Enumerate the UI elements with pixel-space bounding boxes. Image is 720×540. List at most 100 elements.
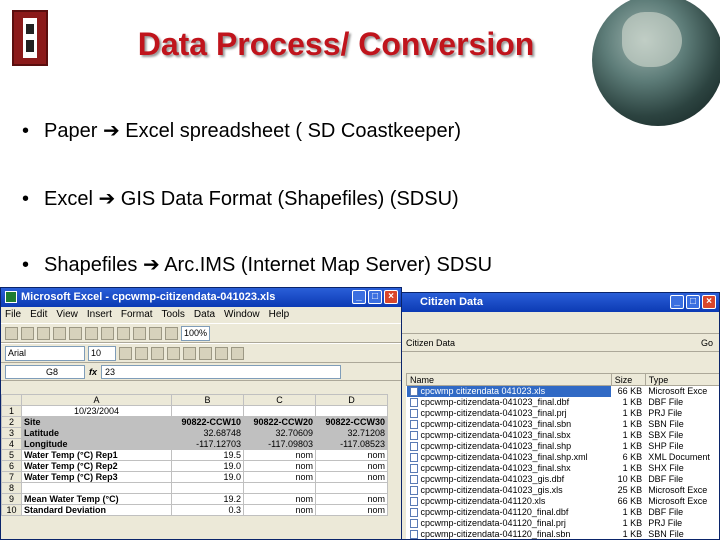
column-type-header[interactable]: Type <box>644 373 719 386</box>
save-icon[interactable] <box>37 326 50 340</box>
font-size-select[interactable]: 10 <box>88 345 116 361</box>
file-name-cell[interactable]: cpcwmp-citizendata-041023_final.shp.xml <box>407 452 612 463</box>
maximize-button[interactable]: □ <box>368 290 382 304</box>
cell-d[interactable]: nom <box>315 449 388 461</box>
cell-d[interactable] <box>315 482 388 494</box>
cell-a[interactable]: Water Temp (°C) Rep2 <box>21 460 172 472</box>
align-left-icon[interactable] <box>167 346 180 360</box>
file-name-cell[interactable]: cpcwmp-citizendata-041120_final.sbn <box>407 529 612 539</box>
cell-b[interactable]: 32.68748 <box>171 427 244 439</box>
file-name-cell[interactable]: cpcwmp-citizendata-041120_final.dbf <box>407 507 612 518</box>
file-row[interactable]: cpcwmp-citizendata-041023_gis.dbf 10 KB DB… <box>407 474 720 485</box>
cell-b[interactable]: 90822-CCW10 <box>171 416 244 428</box>
cell-a[interactable] <box>21 482 172 494</box>
align-right-icon[interactable] <box>199 346 212 360</box>
row-header[interactable]: 6 <box>1 460 22 472</box>
menu-file[interactable]: File <box>5 309 21 321</box>
cell-c[interactable] <box>243 482 316 494</box>
minimize-button[interactable]: _ <box>670 295 684 309</box>
copy-icon[interactable] <box>85 326 98 340</box>
file-row[interactable]: cpcwmp-citizendata-041023_final.shp 1 KB S… <box>407 441 720 452</box>
column-header-a[interactable]: A <box>21 394 172 406</box>
close-button[interactable]: × <box>702 295 716 309</box>
row-header[interactable]: 8 <box>1 482 22 494</box>
file-row[interactable]: cpcwmp-citizendata-041120_final.sbn 1 KB S… <box>407 529 720 539</box>
cell-c[interactable]: nom <box>243 449 316 461</box>
font-name-select[interactable]: Arial <box>5 345 85 361</box>
undo-icon[interactable] <box>117 326 130 340</box>
file-row[interactable]: cpcwmp-citizendata-041023_final.sbn 1 KB S… <box>407 419 720 430</box>
formula-input[interactable]: 23 <box>101 364 342 379</box>
cell-c[interactable]: 32.70609 <box>243 427 316 439</box>
menu-help[interactable]: Help <box>269 309 290 321</box>
cell-d[interactable]: nom <box>315 460 388 472</box>
cell-a[interactable]: Longitude <box>21 438 172 450</box>
row-header[interactable]: 1 <box>1 405 22 417</box>
file-row[interactable]: cpcwmp-citizendata-041120_final.prj 1 KB P… <box>407 518 720 529</box>
row-header[interactable]: 7 <box>1 471 22 483</box>
cell-a[interactable]: Water Temp (°C) Rep3 <box>21 471 172 483</box>
cell-c[interactable]: nom <box>243 460 316 472</box>
column-name-header[interactable]: Name <box>406 373 612 386</box>
cell-c[interactable]: nom <box>243 471 316 483</box>
file-name-cell[interactable]: cpcwmp-citizendata-041120_final.prj <box>407 518 612 529</box>
excel-title-bar[interactable]: Microsoft Excel - cpcwmp-citizendata-041… <box>1 288 401 307</box>
file-name-cell[interactable]: cpcwmp citizendata 041023.xls <box>406 385 612 397</box>
row-header[interactable]: 9 <box>1 493 22 505</box>
cell-c[interactable]: 90822-CCW20 <box>243 416 316 428</box>
file-name-cell[interactable]: cpcwmp-citizendata-041023_gis.dbf <box>407 474 612 485</box>
cell-d[interactable] <box>315 405 388 417</box>
cell-a[interactable]: Latitude <box>21 427 172 439</box>
file-row[interactable]: cpcwmp citizendata 041023.xls 66 KB Micros… <box>406 385 720 397</box>
menu-edit[interactable]: Edit <box>30 309 47 321</box>
file-name-cell[interactable]: cpcwmp-citizendata-041023_final.dbf <box>407 397 612 408</box>
print-icon[interactable] <box>53 326 66 340</box>
cell-d[interactable]: nom <box>315 471 388 483</box>
row-header[interactable]: 4 <box>1 438 22 450</box>
cell-a[interactable]: Standard Deviation <box>21 504 172 516</box>
align-center-icon[interactable] <box>183 346 196 360</box>
file-row[interactable]: cpcwmp-citizendata-041023_gis.xls 25 KB Mi… <box>407 485 720 496</box>
cell-d[interactable]: nom <box>315 504 388 516</box>
cell-b[interactable]: -117.12703 <box>171 438 244 450</box>
close-button[interactable]: × <box>384 290 398 304</box>
column-header-b[interactable]: B <box>171 394 244 406</box>
menu-view[interactable]: View <box>56 309 78 321</box>
sum-icon[interactable] <box>133 326 146 340</box>
row-header[interactable]: 5 <box>1 449 22 461</box>
row-header[interactable]: 3 <box>1 427 22 439</box>
cell-d[interactable]: 32.71208 <box>315 427 388 439</box>
cell-c[interactable]: -117.09803 <box>243 438 316 450</box>
column-header-c[interactable]: C <box>243 394 316 406</box>
minimize-button[interactable]: _ <box>352 290 366 304</box>
percent-icon[interactable] <box>231 346 244 360</box>
file-row[interactable]: cpcwmp-citizendata-041023_final.shp.xml 6… <box>407 452 720 463</box>
name-box[interactable]: G8 <box>5 364 85 379</box>
sort-icon[interactable] <box>149 326 162 340</box>
chart-icon[interactable] <box>165 326 178 340</box>
cell-a[interactable]: Site <box>21 416 172 428</box>
explorer-address-bar[interactable]: Citizen Data Go <box>396 334 719 352</box>
go-button[interactable]: Go <box>701 338 713 348</box>
cell-b[interactable] <box>171 482 244 494</box>
menu-tools[interactable]: Tools <box>162 309 185 321</box>
row-header[interactable]: 10 <box>1 504 22 516</box>
cell-b[interactable]: 0.3 <box>171 504 244 516</box>
menu-insert[interactable]: Insert <box>87 309 112 321</box>
file-row[interactable]: cpcwmp-citizendata-041023_final.dbf 1 KB D… <box>407 397 720 408</box>
file-row[interactable]: cpcwmp-citizendata-041120.xls 66 KB Micros… <box>407 496 720 507</box>
menu-data[interactable]: Data <box>194 309 215 321</box>
explorer-title-bar[interactable]: Citizen Data _ □ × <box>396 293 719 312</box>
file-row[interactable]: cpcwmp-citizendata-041120_final.dbf 1 KB D… <box>407 507 720 518</box>
cell-c[interactable]: nom <box>243 493 316 505</box>
file-name-cell[interactable]: cpcwmp-citizendata-041023_final.shx <box>407 463 612 474</box>
cell-d[interactable]: nom <box>315 493 388 505</box>
file-name-cell[interactable]: cpcwmp-citizendata-041023_gis.xls <box>407 485 612 496</box>
cell-c[interactable]: nom <box>243 504 316 516</box>
file-name-cell[interactable]: cpcwmp-citizendata-041120.xls <box>407 496 612 507</box>
cell-d[interactable]: -117.08523 <box>315 438 388 450</box>
file-name-cell[interactable]: cpcwmp-citizendata-041023_final.prj <box>407 408 612 419</box>
italic-icon[interactable] <box>135 346 148 360</box>
new-icon[interactable] <box>5 326 18 340</box>
cell-b[interactable]: 19.2 <box>171 493 244 505</box>
